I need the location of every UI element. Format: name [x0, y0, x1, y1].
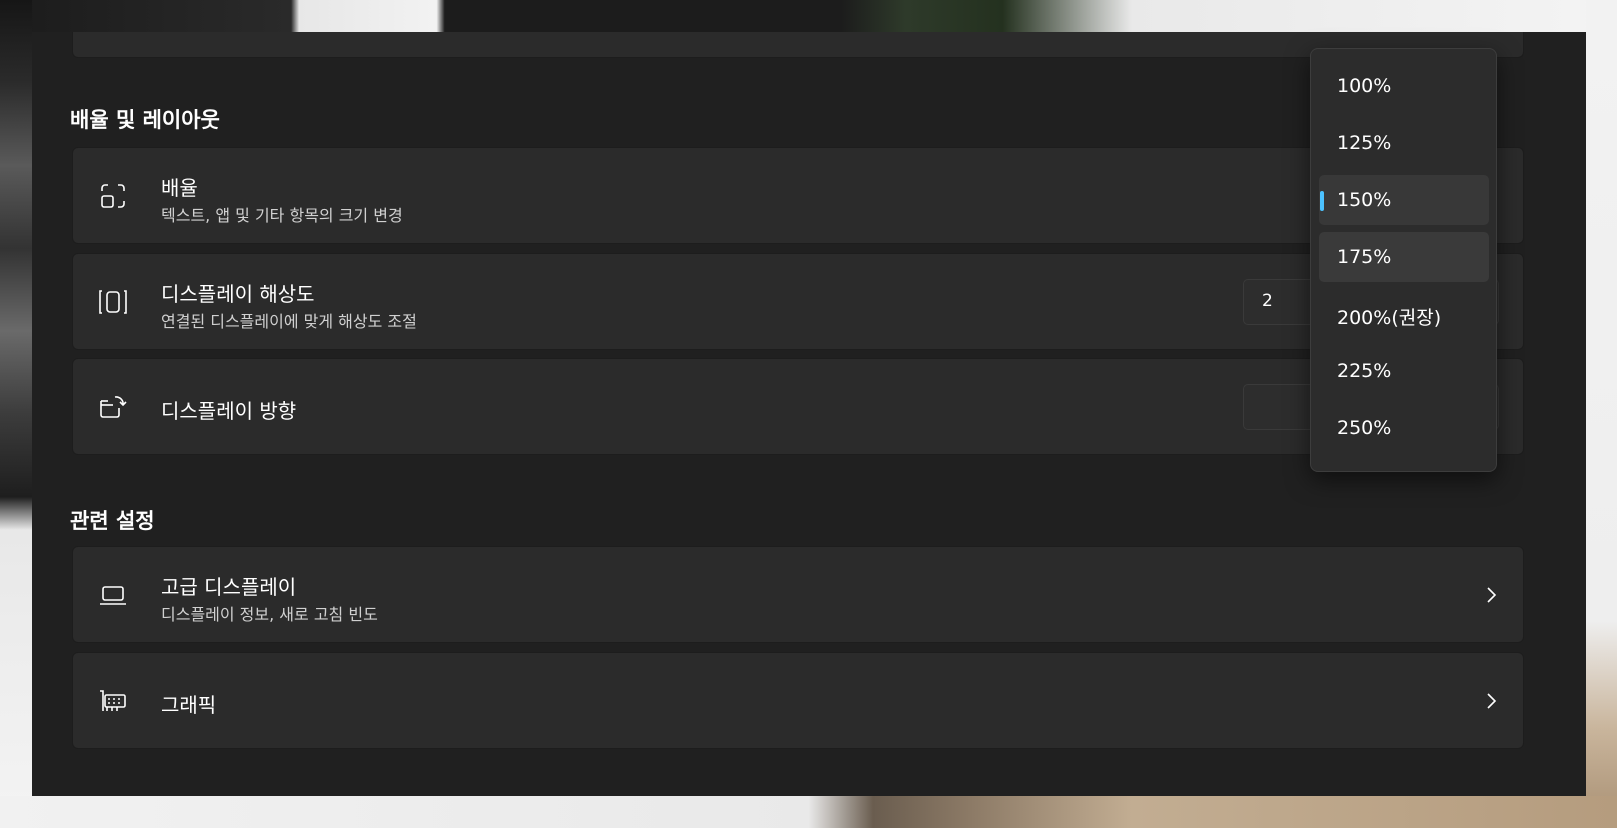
- orientation-card[interactable]: 디스플레이 방향: [72, 358, 1524, 455]
- wallpaper-right: [1586, 0, 1617, 828]
- scale-card[interactable]: 배율 텍스트, 앱 및 기타 항목의 크기 변경: [72, 147, 1524, 244]
- resolution-icon: [97, 286, 129, 318]
- advanced-display-card[interactable]: 고급 디스플레이 디스플레이 정보, 새로 고침 빈도: [72, 546, 1524, 643]
- wallpaper-bottom: [0, 796, 1617, 828]
- chevron-right-icon: [1481, 585, 1501, 605]
- resolution-card[interactable]: 디스플레이 해상도 연결된 디스플레이에 맞게 해상도 조절 2: [72, 253, 1524, 350]
- advanced-display-subtitle: 디스플레이 정보, 새로 고침 빈도: [161, 605, 378, 624]
- section-related-settings: 관련 설정: [70, 509, 155, 533]
- scale-title: 배율: [161, 176, 198, 200]
- scale-subtitle: 텍스트, 앱 및 기타 항목의 크기 변경: [161, 206, 403, 225]
- scale-option-100[interactable]: 100%: [1319, 61, 1489, 111]
- resolution-value: 2: [1262, 291, 1273, 311]
- scale-option-175[interactable]: 175%: [1319, 232, 1489, 282]
- orientation-title: 디스플레이 방향: [161, 399, 297, 423]
- scale-option-125[interactable]: 125%: [1319, 118, 1489, 168]
- selection-indicator: [1320, 191, 1324, 211]
- resolution-subtitle: 연결된 디스플레이에 맞게 해상도 조절: [161, 312, 417, 331]
- scale-option-250[interactable]: 250%: [1319, 403, 1489, 453]
- advanced-display-title: 고급 디스플레이: [161, 575, 297, 599]
- scale-option-150[interactable]: 150%: [1319, 175, 1489, 225]
- graphics-card[interactable]: 그래픽: [72, 652, 1524, 749]
- previous-card[interactable]: [72, 32, 1524, 58]
- wallpaper-left: [0, 0, 32, 828]
- rotate-display-icon: [97, 391, 129, 423]
- scale-option-225[interactable]: 225%: [1319, 346, 1489, 396]
- wallpaper-top: [0, 0, 1617, 32]
- graphics-card-icon: [97, 685, 129, 717]
- scale-dropdown-list: 100% 125% 150% 175% 200%(권장) 225% 250%: [1310, 48, 1497, 472]
- resolution-title: 디스플레이 해상도: [161, 282, 315, 306]
- scale-option-200-recommended[interactable]: 200%(권장): [1319, 289, 1489, 339]
- laptop-icon: [97, 579, 129, 611]
- graphics-title: 그래픽: [161, 693, 217, 717]
- chevron-right-icon: [1481, 691, 1501, 711]
- section-scale-layout: 배율 및 레이아웃: [70, 108, 220, 132]
- scale-icon: [97, 180, 129, 212]
